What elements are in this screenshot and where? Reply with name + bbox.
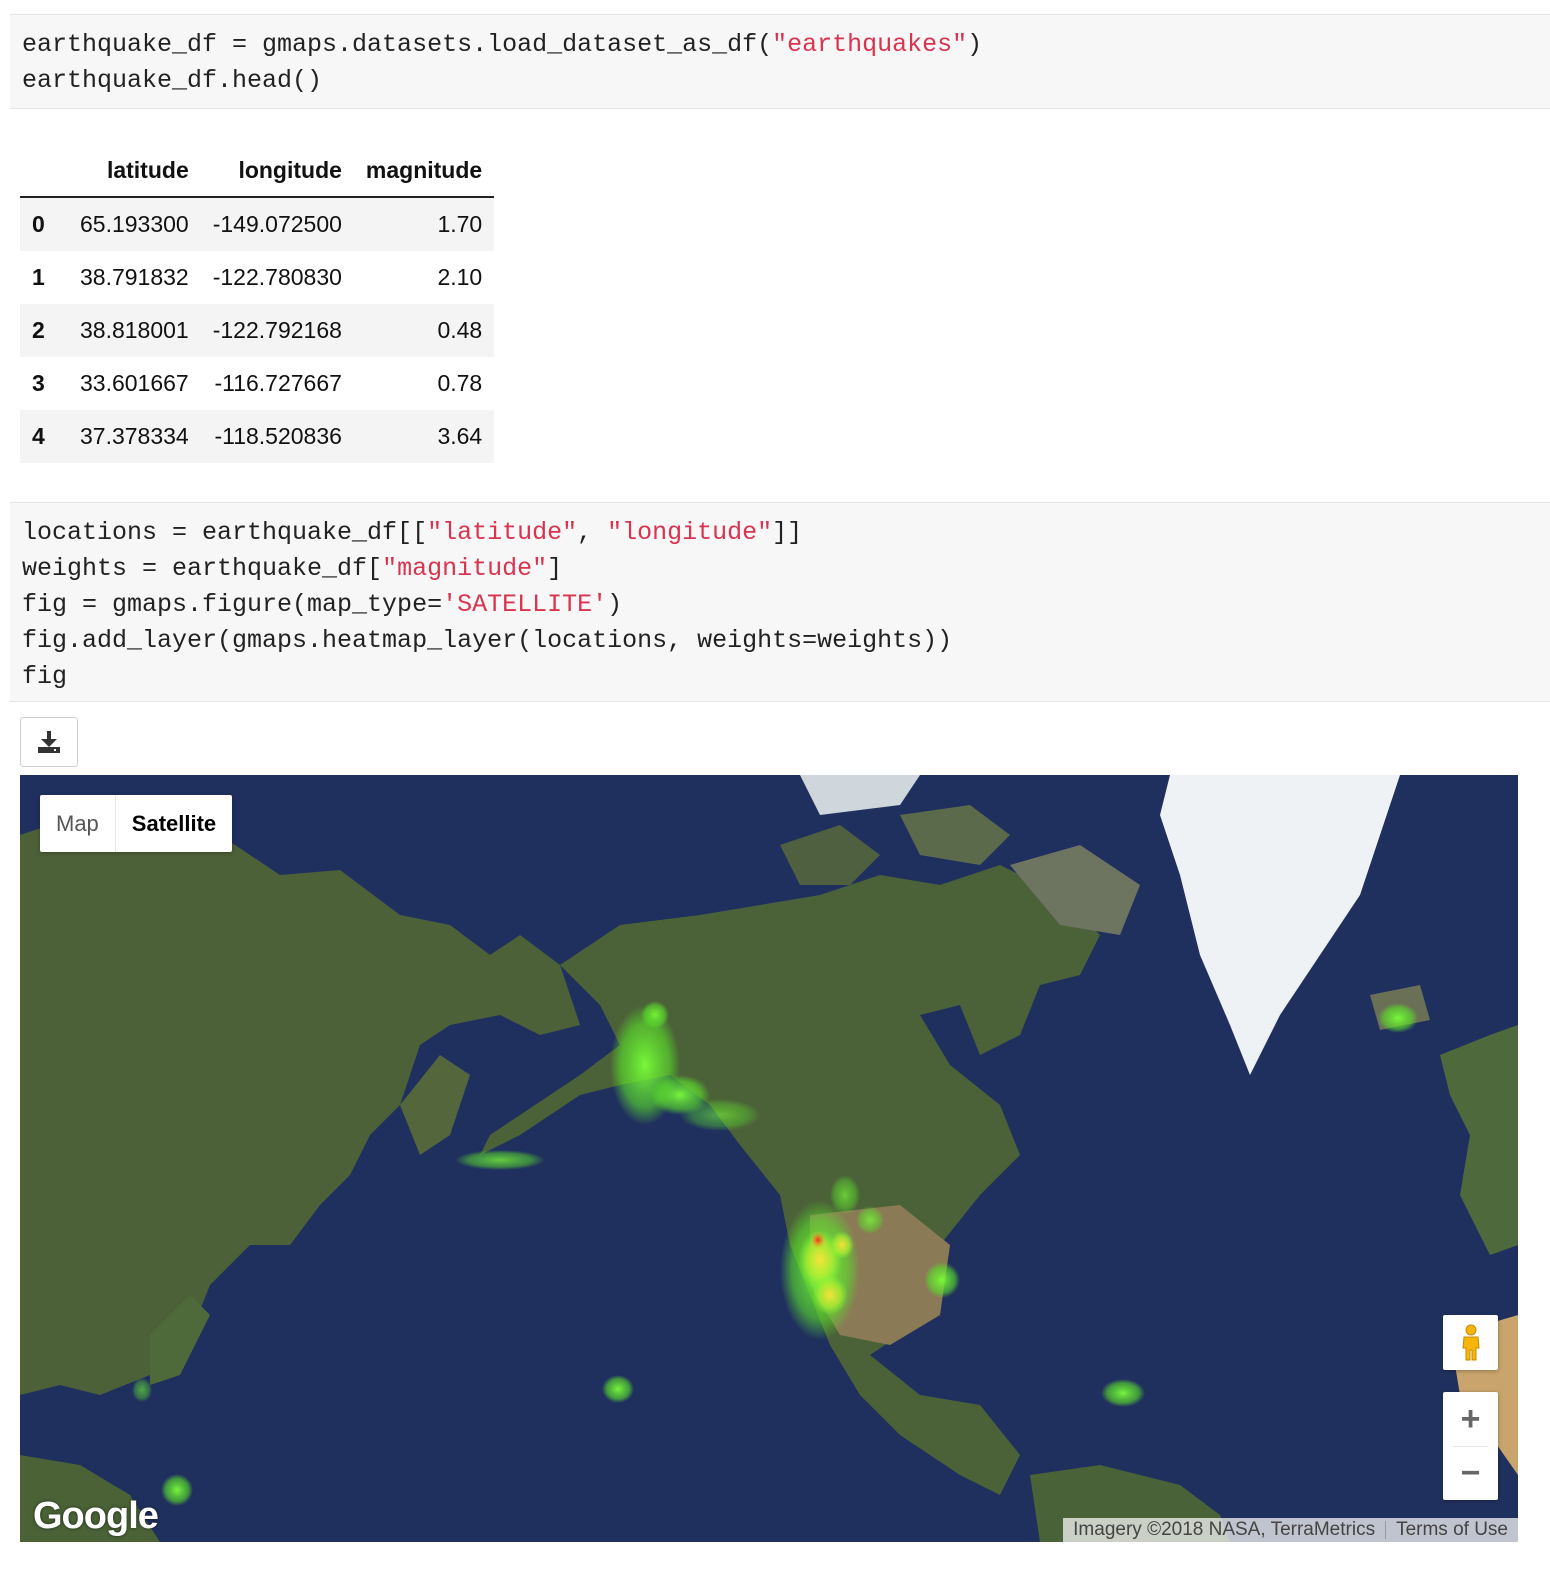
code-cell-heatmap[interactable]: locations = earthquake_df[["latitude", "… [10, 502, 1550, 702]
google-logo: Google [33, 1495, 159, 1537]
code-cell-load-dataset[interactable]: earthquake_df = gmaps.datasets.load_data… [10, 14, 1550, 109]
code-line: fig [22, 659, 1538, 695]
imagery-attribution: Imagery ©2018 NASA, TerraMetrics [1073, 1519, 1376, 1540]
cell-longitude: -118.520836 [200, 410, 354, 463]
row-index: 0 [20, 197, 68, 251]
table-row: 3 33.601667 -116.727667 0.78 [20, 357, 494, 410]
cell-longitude: -122.792168 [200, 304, 354, 357]
cell-magnitude: 2.10 [437, 264, 483, 290]
code-string-token: "earthquakes" [772, 30, 968, 59]
row-index: 1 [32, 264, 45, 290]
download-button[interactable] [20, 717, 78, 767]
street-view-button[interactable] [1443, 1315, 1498, 1370]
cell-magnitude: 1.70 [353, 197, 495, 251]
satellite-map[interactable]: Map Satellite + − Google Imagery ©2018 N… [20, 775, 1518, 1542]
column-header-latitude: latitude [68, 144, 201, 198]
map-type-control: Map Satellite [40, 795, 233, 852]
code-line: fig.add_layer(gmaps.heatmap_layer(locati… [22, 623, 1538, 659]
cell-latitude: 33.601667 [80, 370, 189, 396]
code-string-token: "longitude" [607, 518, 773, 547]
cell-latitude: 38.818001 [68, 304, 201, 357]
code-token: fig = gmaps.figure(map_type= [22, 590, 443, 619]
code-token: earthquake_df = gmaps.datasets.load_data… [22, 30, 773, 59]
code-token: weights = earthquake_df[ [22, 554, 383, 583]
table-row: 4 37.378334 -118.520836 3.64 [20, 410, 495, 463]
cell-longitude: -122.780830 [212, 264, 342, 290]
dataframe-table: latitude longitude magnitude 0 65.193300-… [20, 144, 495, 463]
map-type-satellite-button[interactable]: Satellite [116, 795, 232, 852]
cell-latitude: 38.791832 [80, 264, 189, 290]
row-index: 4 [20, 410, 68, 463]
code-token: ) [607, 590, 623, 619]
cell-longitude: -149.072500 [200, 197, 354, 251]
cell-magnitude: 0.78 [437, 370, 483, 396]
row-index: 2 [20, 304, 68, 357]
zoom-control: + − [1443, 1392, 1498, 1500]
cell-latitude: 65.193300 [68, 197, 201, 251]
satellite-imagery [20, 775, 1518, 1542]
cell-magnitude: 0.48 [353, 304, 495, 357]
code-token: earthquake_df.head() [22, 66, 323, 95]
table-row: 1 38.791832 -122.780830 2.10 [20, 251, 494, 304]
table-header-row: latitude longitude magnitude [20, 144, 495, 198]
cell-latitude: 37.378334 [68, 410, 201, 463]
code-token: , [577, 518, 608, 547]
code-token: ) [967, 30, 983, 59]
row-index: 3 [32, 370, 45, 396]
map-attribution-bar: Imagery ©2018 NASA, TerraMetrics Terms o… [1063, 1518, 1518, 1542]
table-row: 2 38.818001 -122.792168 0.48 [20, 304, 495, 357]
code-line: fig = gmaps.figure(map_type='SATELLITE') [22, 587, 1538, 623]
terms-of-use-link[interactable]: Terms of Use [1386, 1518, 1518, 1542]
download-icon [38, 731, 60, 753]
code-line: weights = earthquake_df["magnitude"] [22, 551, 1538, 587]
code-token: locations = earthquake_df[[ [22, 518, 428, 547]
code-string-token: "latitude" [427, 518, 578, 547]
code-line: locations = earthquake_df[["latitude", "… [22, 515, 1538, 551]
code-token: ] [547, 554, 563, 583]
zoom-out-button[interactable]: − [1443, 1446, 1498, 1500]
zoom-in-button[interactable]: + [1443, 1392, 1498, 1446]
zoom-divider [1453, 1446, 1488, 1447]
code-line: earthquake_df = gmaps.datasets.load_data… [22, 27, 1538, 63]
cell-longitude: -116.727667 [214, 370, 342, 396]
cell-magnitude: 3.64 [353, 410, 495, 463]
column-header-longitude: longitude [200, 144, 354, 198]
table-row: 0 65.193300 -149.072500 1.70 [20, 197, 495, 251]
code-token: ]] [772, 518, 803, 547]
pegman-icon [1461, 1324, 1480, 1360]
code-token: fig.add_layer(gmaps.heatmap_layer(locati… [22, 626, 953, 655]
index-header [20, 144, 68, 198]
map-type-map-button[interactable]: Map [40, 795, 116, 852]
code-string-token: 'SATELLITE' [442, 590, 608, 619]
code-token: fig [22, 662, 68, 691]
column-header-magnitude: magnitude [353, 144, 495, 198]
code-line: earthquake_df.head() [22, 63, 1538, 99]
code-string-token: "magnitude" [382, 554, 548, 583]
